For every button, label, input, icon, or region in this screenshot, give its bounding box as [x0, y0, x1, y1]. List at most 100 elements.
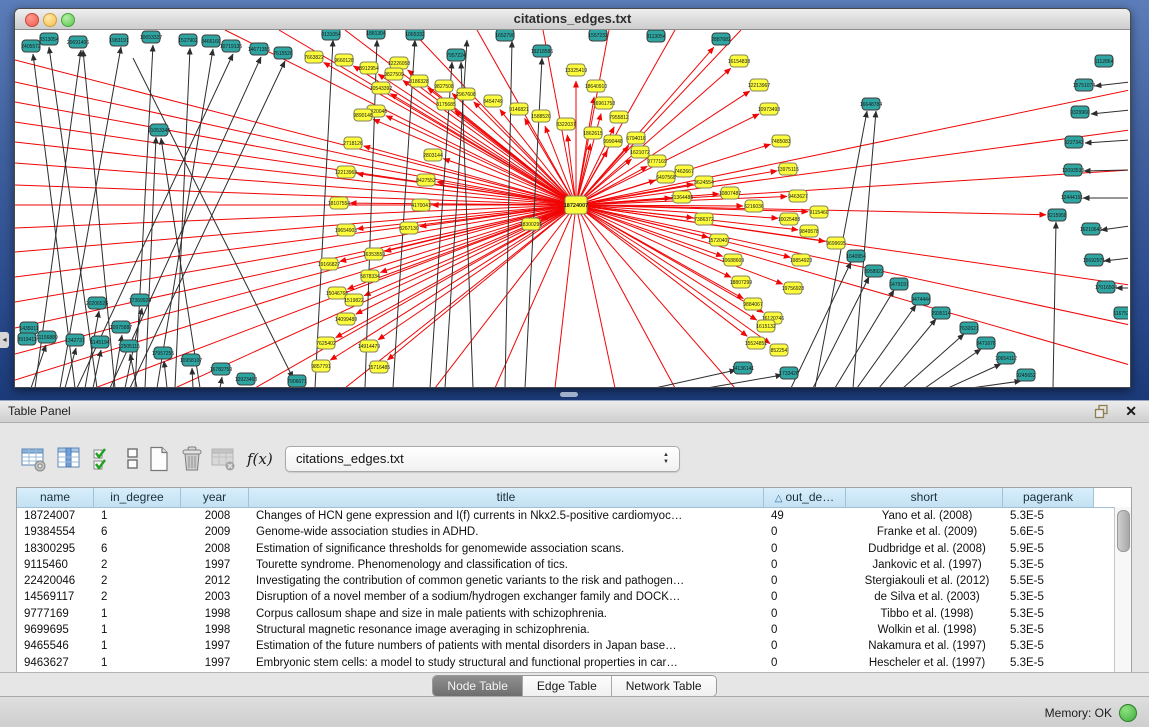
column-header-name[interactable]: name	[17, 488, 94, 507]
table-cell: Nakamura et al. (1997)	[846, 638, 1003, 654]
citation-edge-black	[1053, 222, 1056, 387]
network-canvas[interactable]: 2405572831305420691406198319110653327152…	[15, 30, 1128, 387]
table-cell: 0	[764, 524, 846, 540]
network-node-label: 1065332	[405, 32, 425, 38]
network-node-label: 9849578	[799, 229, 819, 235]
function-builder-icon[interactable]: f(x)	[247, 444, 275, 474]
table-cell: 0	[764, 557, 846, 573]
network-node-label: 6497568	[656, 175, 676, 181]
table-row[interactable]: 1456911722003Disruption of a novel membe…	[17, 589, 1131, 605]
scrollbar-thumb[interactable]	[1117, 510, 1130, 552]
network-node-label: 19756928	[782, 286, 804, 292]
citation-edge-black	[85, 311, 99, 387]
window-title: citations_edges.txt	[15, 9, 1130, 29]
panel-collapse-handle[interactable]: ◂	[0, 332, 9, 348]
table-cell: 5.3E-5	[1003, 508, 1094, 524]
network-node-label: 1588520	[531, 114, 551, 120]
network-node-label: 7663822	[304, 55, 324, 61]
table-cell: 0	[764, 589, 846, 605]
column-header-out_de[interactable]: △out_de…	[764, 488, 846, 507]
float-panel-icon[interactable]	[1094, 404, 1109, 419]
splitter-handle[interactable]	[560, 392, 578, 397]
citation-edge-black	[164, 361, 167, 387]
network-node-label: 15692971	[1083, 258, 1105, 264]
column-header-short[interactable]: short	[846, 488, 1003, 507]
network-node-label: 852254	[771, 348, 788, 354]
table-cell: 9115460	[17, 557, 94, 573]
column-header-year[interactable]: year	[181, 488, 249, 507]
network-node-label: 1640954	[846, 254, 866, 260]
network-window-titlebar[interactable]: citations_edges.txt	[15, 9, 1130, 30]
network-node-label: 19854923	[790, 258, 812, 264]
network-node-label: 14136141	[732, 366, 754, 372]
rows-icon[interactable]	[119, 444, 147, 474]
table-row[interactable]: 969969511998Structural magnetic resonanc…	[17, 622, 1131, 638]
table-cell: 1998	[181, 622, 249, 638]
table-row[interactable]: 911546021997Tourette syndrome. Phenomeno…	[17, 557, 1131, 573]
table-row[interactable]: 946362711997Embryonic stem cells: a mode…	[17, 655, 1131, 671]
network-node-label: 15716485	[368, 365, 390, 371]
column-header-title[interactable]: title	[249, 488, 764, 507]
citation-edge-red	[576, 205, 735, 387]
table-cell: 5.3E-5	[1003, 622, 1094, 638]
network-node-label: 10025488	[778, 217, 800, 223]
network-node-label: 16961758	[593, 101, 615, 107]
table-type-tabs: Node TableEdge TableNetwork Table	[432, 675, 716, 697]
network-node-label: 1435011	[19, 326, 38, 332]
citation-edge-black	[791, 262, 851, 387]
tab-node-table[interactable]: Node Table	[433, 676, 522, 696]
network-node-label: 10807487	[719, 191, 741, 197]
network-node-label: 17957255	[152, 351, 174, 357]
sort-ascending-icon: △	[775, 493, 783, 504]
dropdown-stepper-icon: ▲▼	[661, 450, 671, 468]
column-header-in_degree[interactable]: in_degree	[94, 488, 181, 507]
citation-edge-black	[157, 49, 213, 387]
table-row[interactable]: 1872400712008Changes of HCN gene express…	[17, 508, 1131, 524]
new-document-icon[interactable]	[145, 444, 173, 474]
table-cell: Investigating the contribution of common…	[249, 573, 764, 589]
column-header-pagerank[interactable]: pagerank	[1003, 488, 1094, 507]
network-node-label: 12093533	[1062, 168, 1084, 174]
table-cell: 2	[94, 589, 181, 605]
table-row[interactable]: 1830029562008Estimation of significance …	[17, 541, 1131, 557]
network-node-label: 18107554	[328, 201, 350, 207]
table-settings-icon[interactable]	[20, 444, 48, 474]
citation-edge-red	[15, 60, 576, 205]
memory-status-indicator[interactable]	[1119, 704, 1137, 722]
table-row[interactable]: 977716911998Corpus callosum shape and si…	[17, 606, 1131, 622]
network-node-label: 2967608	[456, 92, 476, 98]
table-cell: Jankovic et al. (1997)	[846, 557, 1003, 573]
network-node-label: 8912954	[359, 66, 379, 72]
network-node-label: 21364486	[671, 195, 693, 201]
network-node-label: 16353559	[363, 252, 385, 258]
vertical-scrollbar[interactable]	[1114, 507, 1131, 672]
tab-network-table[interactable]: Network Table	[611, 676, 716, 696]
citation-edge-red	[15, 185, 576, 205]
citation-edge-black	[192, 368, 193, 387]
row-selection-icon[interactable]	[90, 444, 118, 474]
citation-edge-black	[315, 40, 333, 387]
table-selector-dropdown[interactable]: citations_edges.txt ▲▼	[285, 446, 680, 472]
table-cell: Changes of HCN gene expression and I(f) …	[249, 508, 764, 524]
attribute-table: namein_degreeyeartitle△out_de…shortpager…	[16, 487, 1132, 673]
network-node-label: 8322037	[556, 122, 576, 128]
network-node-label: 9827508	[434, 84, 454, 90]
network-node-label: 1621072	[630, 150, 650, 156]
network-node-label: 18300295	[520, 222, 542, 228]
table-cell: 1	[94, 508, 181, 524]
network-desktop: citations_edges.txt 24055728313054206914…	[0, 0, 1149, 400]
table-cell: 2008	[181, 508, 249, 524]
table-row[interactable]: 1938455462009Genome-wide association stu…	[17, 524, 1131, 540]
tab-edge-table[interactable]: Edge Table	[522, 676, 611, 696]
delete-icon[interactable]	[178, 444, 206, 474]
show-columns-icon[interactable]	[55, 444, 83, 474]
citation-edge-red	[555, 205, 576, 387]
citation-edge-black	[707, 375, 782, 387]
network-node-label: 10653327	[140, 35, 162, 41]
table-cell: 14569117	[17, 589, 94, 605]
network-node-label: 1145194	[90, 340, 109, 346]
table-row[interactable]: 2242004622012Investigating the contribut…	[17, 573, 1131, 589]
close-panel-icon[interactable]: ✕	[1125, 403, 1137, 420]
table-row[interactable]: 946554611997Estimation of the future num…	[17, 638, 1131, 654]
network-node-label: 9827509	[384, 72, 404, 78]
